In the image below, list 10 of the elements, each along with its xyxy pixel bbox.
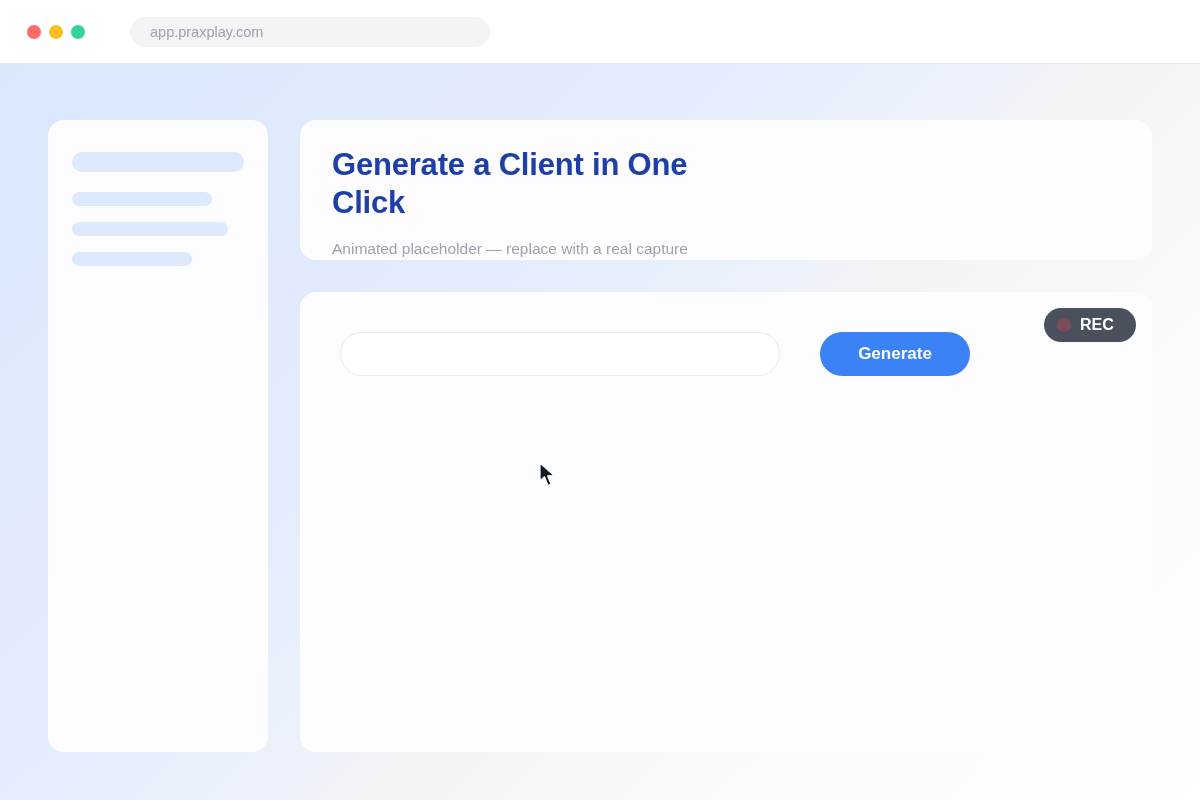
page-subtitle: Animated placeholder — replace with a real capture	[332, 240, 689, 258]
recording-label: REC	[1080, 315, 1114, 335]
window-dot-icon[interactable]	[27, 24, 41, 39]
window-dot-icon[interactable]	[71, 24, 85, 39]
address-bar[interactable]: app.praxplay.com	[130, 16, 490, 47]
window-dot-icon[interactable]	[49, 24, 63, 39]
mouse-pointer-icon	[539, 462, 556, 488]
record-dot-icon	[1057, 318, 1071, 332]
generate-button[interactable]: Generate	[820, 332, 970, 376]
page-title: Generate a Client in One Click	[332, 146, 689, 222]
